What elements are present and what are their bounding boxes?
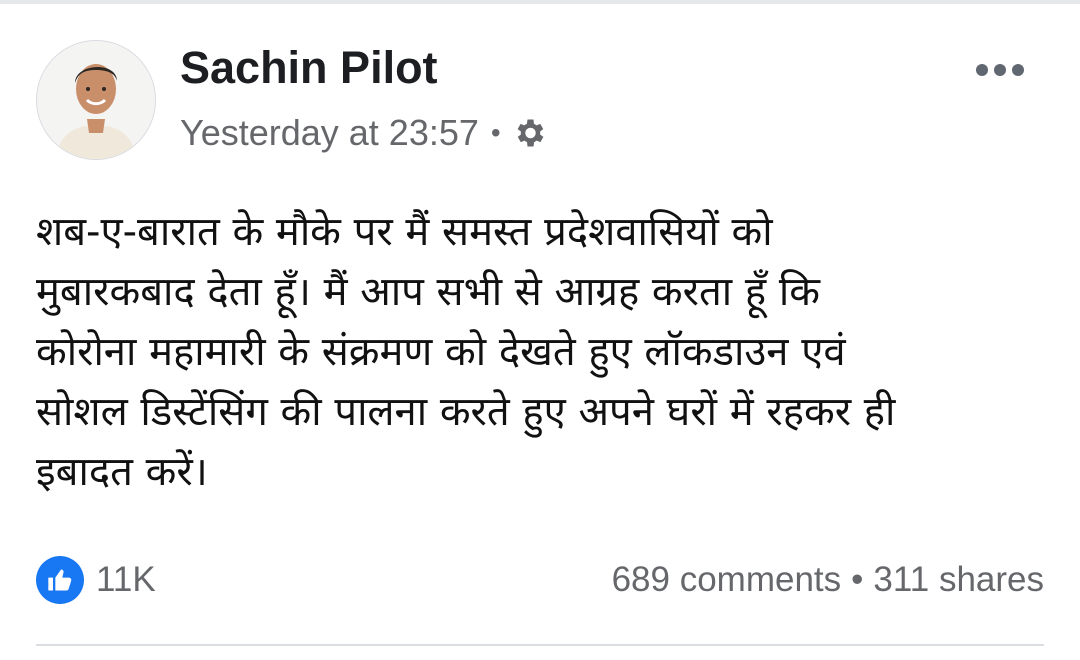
gear-icon [511,115,547,151]
post-header: Sachin Pilot Yesterday at 23:57 • [36,40,1044,164]
likes-summary[interactable]: 11K [36,556,156,604]
more-dot [1012,64,1024,76]
post-footer: 11K 689 comments • 311 shares [36,555,1044,605]
more-options-icon[interactable] [976,60,1024,80]
thumbs-up-icon [36,556,84,604]
comments-count[interactable]: 689 comments [612,560,842,600]
shares-count[interactable]: 311 shares [873,560,1044,600]
bottom-divider [36,644,1044,646]
stats-separator: • [851,560,864,599]
meta-separator: • [490,117,501,148]
post-meta: Yesterday at 23:57 • [180,112,547,154]
more-dot [976,64,988,76]
avatar[interactable] [36,40,156,160]
engagement-stats: 689 comments • 311 shares [612,560,1044,600]
post-timestamp[interactable]: Yesterday at 23:57 [180,112,479,154]
author-name[interactable]: Sachin Pilot [180,42,438,94]
top-divider [0,0,1080,4]
post-text: शब-ए-बारात के मौके पर मैं समस्त प्रदेशवा… [36,209,896,495]
likes-count: 11K [96,560,156,599]
more-dot [994,64,1006,76]
